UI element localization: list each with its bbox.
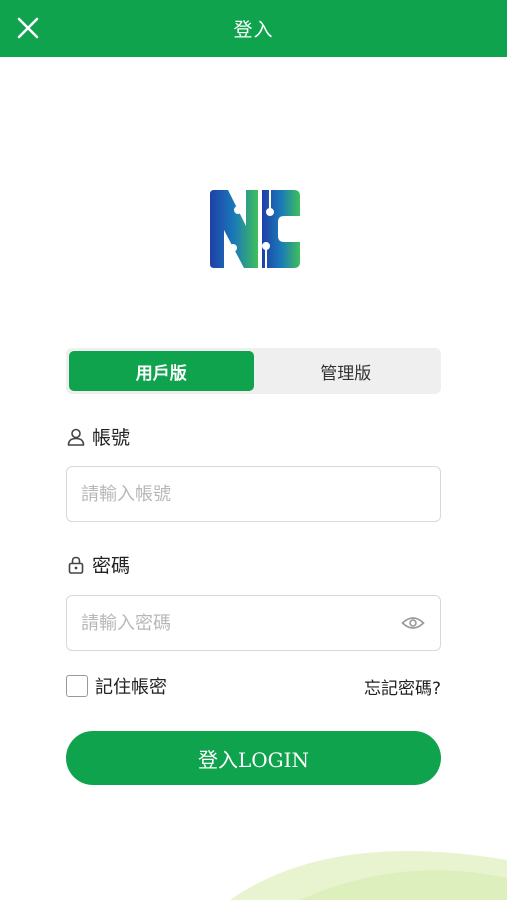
password-input[interactable]	[81, 612, 400, 634]
app-logo	[206, 188, 302, 270]
version-tabs: 用戶版 管理版	[66, 348, 441, 394]
account-label: 帳號	[66, 423, 130, 450]
tab-admin-version[interactable]: 管理版	[254, 351, 439, 391]
eye-icon	[401, 617, 425, 629]
account-input[interactable]	[81, 483, 426, 505]
password-label: 密碼	[66, 551, 130, 578]
account-field[interactable]	[66, 466, 441, 522]
password-label-text: 密碼	[92, 555, 131, 577]
remember-checkbox[interactable]	[66, 675, 88, 697]
account-label-text: 帳號	[92, 427, 131, 449]
remember-row: 記住帳密 忘記密碼?	[66, 672, 441, 700]
login-button[interactable]: 登入LOGIN	[66, 731, 441, 785]
toggle-password-visibility[interactable]	[400, 610, 426, 636]
remember-label: 記住帳密	[95, 677, 167, 698]
remember-toggle[interactable]: 記住帳密	[66, 673, 167, 699]
close-button[interactable]	[12, 12, 44, 44]
user-icon	[67, 428, 85, 446]
forgot-password-link[interactable]: 忘記密碼?	[364, 674, 441, 699]
tab-user-version[interactable]: 用戶版	[69, 351, 254, 391]
password-field[interactable]	[66, 595, 441, 651]
close-icon	[17, 17, 39, 39]
lock-icon	[68, 556, 84, 574]
header-bar: 登入	[0, 0, 507, 57]
bottom-wave-decoration	[230, 851, 507, 900]
login-page: 登入 用戶版 管理版 帳號 請輸入帳號 密碼 記住帳密 忘記密碼? 登入LOGI…	[0, 0, 507, 900]
page-title: 登入	[233, 19, 274, 41]
